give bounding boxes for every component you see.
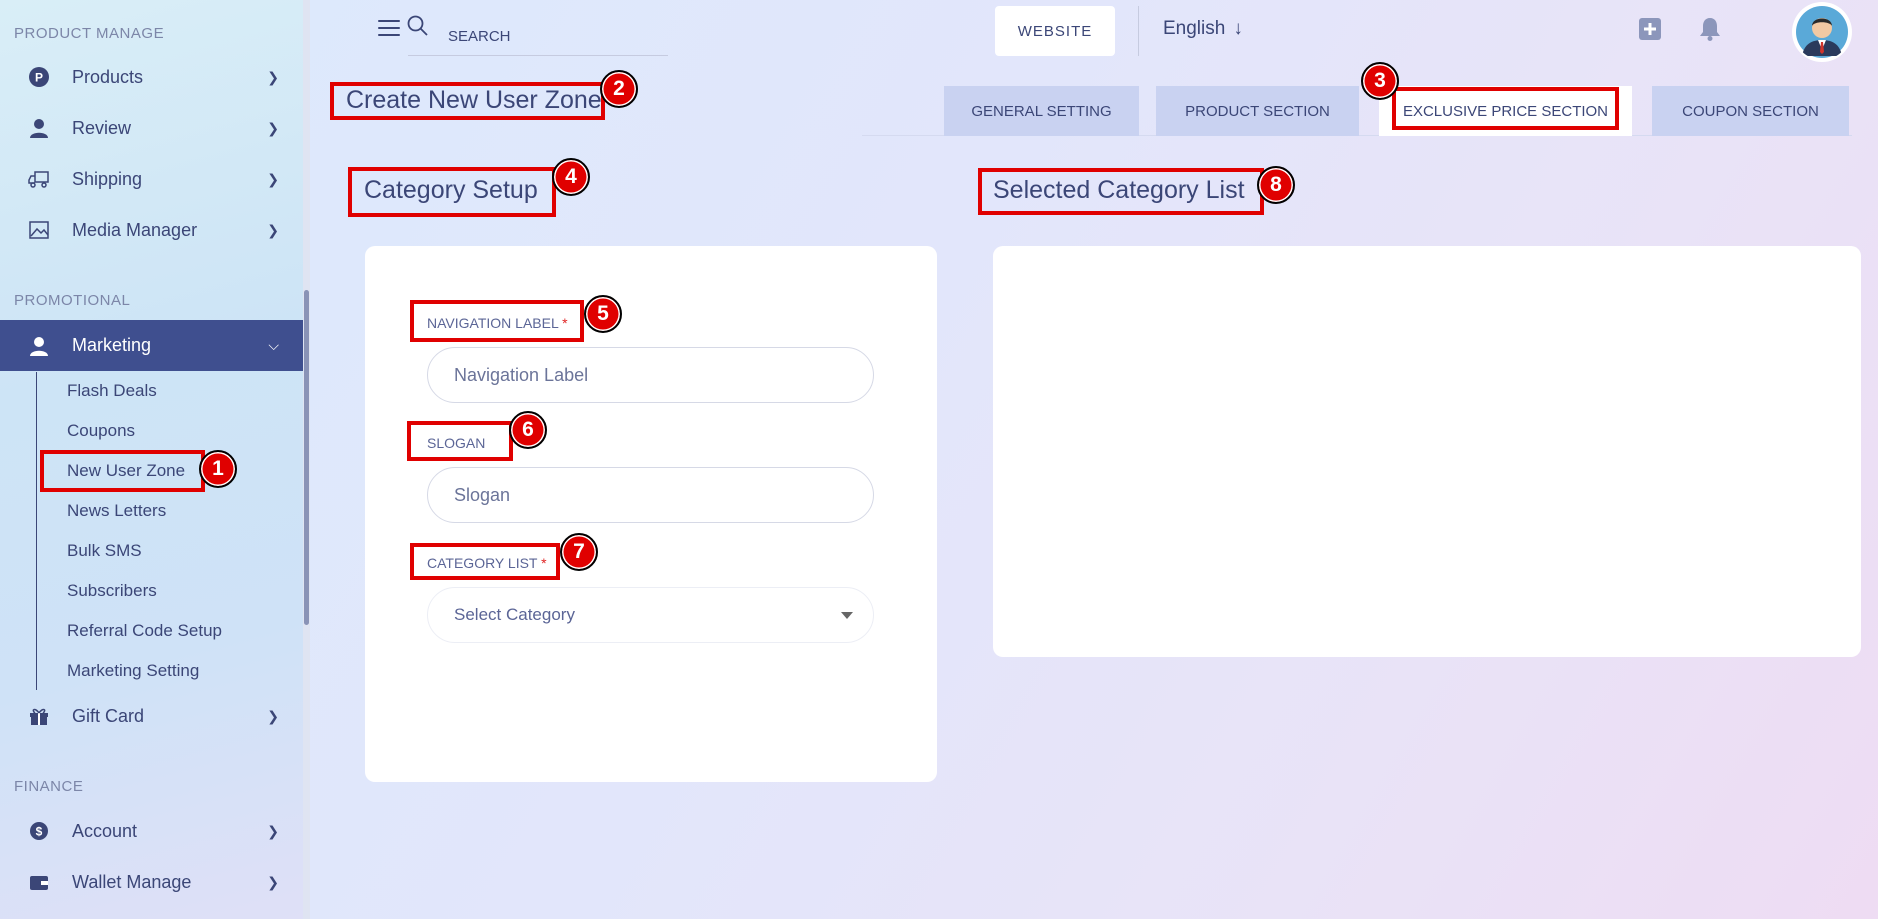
sidebar-item-label: Review (72, 117, 132, 138)
chevron-right-icon: ❯ (267, 822, 279, 839)
sidebar-item-media-manager[interactable]: Media Manager ❯ (0, 210, 303, 250)
search-icon (406, 14, 430, 38)
navigation-label-label: NAVIGATION LABEL * (427, 315, 568, 331)
field-label-text: CATEGORY LIST (427, 555, 538, 571)
chevron-right-icon: ❯ (267, 119, 279, 136)
gift-icon (28, 705, 50, 727)
chevron-right-icon: ❯ (267, 707, 279, 724)
caret-down-icon (841, 612, 853, 619)
product-p-icon: P (28, 66, 50, 88)
sidebar-item-marketing[interactable]: Marketing ⌵ (0, 320, 303, 371)
sidebar-item-label: Gift Card (72, 705, 145, 726)
money-icon: $ (28, 820, 50, 842)
chevron-right-icon: ❯ (267, 68, 279, 85)
field-label-text: NAVIGATION LABEL (427, 315, 559, 331)
selected-category-list-title: Selected Category List (993, 176, 1245, 204)
chevron-down-icon: ⌵ (268, 337, 279, 353)
sidebar-item-account[interactable]: $ Account ❯ (0, 811, 303, 851)
language-select[interactable]: English ↓ (1163, 18, 1243, 40)
section-title-promotional: PROMOTIONAL (14, 292, 131, 309)
chevron-right-icon: ❯ (267, 170, 279, 187)
required-mark: * (541, 555, 547, 571)
sidebar-item-wallet-manage[interactable]: Wallet Manage ❯ (0, 862, 303, 902)
submenu-subscribers[interactable]: Subscribers (67, 581, 157, 601)
category-select-placeholder: Select Category (454, 605, 575, 624)
annotation-badge-4: 4 (552, 158, 590, 196)
section-title-finance: FINANCE (14, 778, 84, 795)
tab-general-setting[interactable]: GENERAL SETTING (944, 86, 1139, 136)
sidebar: PRODUCT MANAGE P Products ❯ Review ❯ Shi… (0, 0, 304, 919)
selected-category-list-card (993, 246, 1861, 657)
sidebar-item-products[interactable]: P Products ❯ (0, 57, 303, 97)
user-icon (28, 335, 50, 357)
bell-icon[interactable] (1697, 16, 1723, 42)
page-title: Create New User Zone (346, 86, 602, 114)
add-square-icon[interactable] (1638, 17, 1662, 41)
sidebar-item-review[interactable]: Review ❯ (0, 108, 303, 148)
submenu-guide-line (36, 372, 37, 690)
category-setup-title: Category Setup (364, 176, 538, 204)
category-select[interactable]: Select Category (427, 587, 874, 643)
sidebar-item-label: Account (72, 820, 138, 841)
header-divider (1138, 6, 1139, 56)
submenu-marketing-setting[interactable]: Marketing Setting (67, 661, 199, 681)
tab-product-section[interactable]: PRODUCT SECTION (1156, 86, 1359, 136)
navigation-label-input[interactable] (427, 347, 874, 403)
avatar[interactable] (1794, 4, 1850, 60)
truck-icon (28, 168, 50, 190)
sidebar-scrollbar[interactable] (303, 0, 310, 919)
sidebar-item-shipping[interactable]: Shipping ❯ (0, 159, 303, 199)
annotation-badge-8: 8 (1257, 166, 1295, 204)
sidebar-item-label: Media Manager (72, 219, 198, 240)
submenu-bulk-sms[interactable]: Bulk SMS (67, 541, 142, 561)
submenu-new-user-zone[interactable]: New User Zone (67, 461, 185, 481)
svg-text:$: $ (36, 825, 43, 839)
wallet-icon (28, 871, 50, 893)
chevron-right-icon: ❯ (267, 873, 279, 890)
arrow-down-icon: ↓ (1233, 18, 1243, 39)
submenu-flash-deals[interactable]: Flash Deals (67, 381, 157, 401)
submenu-news-letters[interactable]: News Letters (67, 501, 166, 521)
scrollbar-thumb[interactable] (304, 290, 309, 625)
category-list-label: CATEGORY LIST * (427, 555, 547, 571)
required-mark: * (562, 315, 568, 331)
website-button[interactable]: WEBSITE (995, 6, 1115, 56)
sidebar-item-label: Marketing (72, 335, 152, 355)
sidebar-item-label: Wallet Manage (72, 871, 192, 892)
submenu-referral-code-setup[interactable]: Referral Code Setup (67, 621, 222, 641)
sidebar-item-label: Shipping (72, 168, 143, 189)
annotation-badge-2: 2 (600, 70, 638, 108)
slogan-label: SLOGAN (427, 435, 486, 451)
submenu-coupons[interactable]: Coupons (67, 421, 135, 441)
tab-coupon-section[interactable]: COUPON SECTION (1652, 86, 1849, 136)
image-icon (28, 219, 50, 241)
section-title-product-manage: PRODUCT MANAGE (14, 25, 165, 42)
sidebar-item-label: Products (72, 66, 144, 87)
sidebar-item-gift-card[interactable]: Gift Card ❯ (0, 696, 303, 736)
language-label: English (1163, 18, 1226, 39)
svg-text:P: P (35, 71, 43, 85)
search-input[interactable] (408, 18, 668, 56)
chevron-right-icon: ❯ (267, 221, 279, 238)
tab-exclusive-price-section[interactable]: EXCLUSIVE PRICE SECTION (1379, 86, 1632, 136)
hamburger-menu-icon[interactable] (378, 20, 400, 40)
user-icon (28, 117, 50, 139)
slogan-input[interactable] (427, 467, 874, 523)
